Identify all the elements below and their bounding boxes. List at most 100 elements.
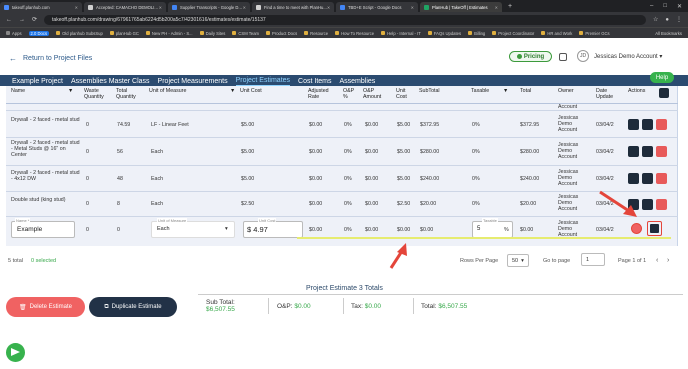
table-row[interactable]: Drywall - 2 faced - metal stud - 4x12 DW… <box>6 166 678 192</box>
bookmark[interactable]: 2.0 Docs <box>28 30 50 36</box>
bookmark[interactable]: HR and Work <box>541 31 572 36</box>
close-icon[interactable]: ✕ <box>327 5 330 10</box>
chat-launcher-button[interactable] <box>6 343 25 362</box>
save-icon-frame[interactable] <box>647 221 662 236</box>
bookmark[interactable]: Billing <box>468 31 485 36</box>
edit-icon[interactable] <box>628 173 639 184</box>
tab-cost-items[interactable]: Cost Items <box>298 78 331 86</box>
back-icon[interactable]: ← <box>6 17 12 23</box>
copy-icon[interactable] <box>642 119 653 130</box>
table-row[interactable]: Drywall - 2 faced - metal stud 0 74.59 L… <box>6 111 678 138</box>
maximize-icon[interactable]: □ <box>663 3 667 10</box>
bookmark[interactable]: New PH - Admin - S... <box>145 31 193 36</box>
bookmark[interactable]: Project Coordinator <box>492 31 534 36</box>
col-waste[interactable]: Waste Quantity <box>84 86 110 102</box>
delete-icon[interactable] <box>656 199 667 210</box>
edit-icon[interactable] <box>628 119 639 130</box>
save-icon[interactable] <box>650 224 659 233</box>
rows-per-page-select[interactable]: 50 ▾ <box>507 254 529 267</box>
close-icon[interactable]: ✕ <box>243 5 246 10</box>
avatar[interactable]: JD <box>577 50 589 62</box>
col-date[interactable]: Date Update <box>596 86 618 102</box>
copy-icon[interactable] <box>642 199 653 210</box>
close-icon[interactable]: ✕ <box>411 5 414 10</box>
settings-icon[interactable] <box>559 53 567 61</box>
col-adjusted-rate[interactable]: Adjusted Rate <box>308 86 334 102</box>
chevron-right-icon[interactable]: › <box>667 257 669 264</box>
browser-tab[interactable]: TBD+E Script - Google Docs ✕ <box>336 2 418 12</box>
delete-estimate-button[interactable]: 🗑 Delete Estimate <box>6 297 85 317</box>
taxable-field-value[interactable]: 5 <box>477 226 480 232</box>
all-bookmarks[interactable]: All Bookmarks <box>655 31 682 36</box>
unit-cost-field-value[interactable]: $ 4.97 <box>247 225 268 234</box>
bookmark[interactable]: CSM Team <box>232 31 259 36</box>
col-total-qty[interactable]: Total Quantity <box>116 86 142 102</box>
browser-tab[interactable]: Accepted: CAMACHO DEMOLI... ✕ <box>84 2 166 12</box>
browser-tab-active[interactable]: PlanHub | TakeOff | Estimates ✕ <box>420 2 502 12</box>
table-row[interactable]: Double stud (king stud) 0 8 Each $2.50 $… <box>6 192 678 217</box>
bookmark[interactable]: How To Resource <box>335 31 374 36</box>
col-op-amount[interactable]: O&P Amount <box>363 86 389 102</box>
sort-icon[interactable]: ▼ <box>68 86 73 102</box>
url-field[interactable]: takeoff.planhub.com/drawing/67961765ab62… <box>44 14 646 25</box>
bookmark[interactable]: Apps <box>6 31 22 36</box>
close-icon[interactable]: ✕ <box>75 5 78 10</box>
table-row-editing[interactable]: Name * Example 0 0 Unit of Measure Each … <box>6 217 678 243</box>
sort-icon[interactable]: ▼ <box>503 86 508 102</box>
cancel-icon[interactable] <box>631 223 642 234</box>
chevron-down-icon[interactable]: ▾ <box>225 226 228 232</box>
account-menu[interactable]: Jessicas Demo Account ▾ <box>594 53 662 60</box>
edit-icon[interactable] <box>628 146 639 157</box>
new-tab-icon[interactable]: + <box>508 3 512 10</box>
bookmark[interactable]: Old planhub SubsSup <box>56 31 103 36</box>
star-icon[interactable]: ☆ <box>653 16 658 23</box>
col-taxable[interactable]: Taxable <box>471 86 489 102</box>
chevron-left-icon[interactable]: ‹ <box>656 257 658 264</box>
bookmark[interactable]: Daily Sites <box>199 31 225 36</box>
name-field-value[interactable]: Example <box>17 226 42 233</box>
copy-icon[interactable] <box>642 146 653 157</box>
forward-icon[interactable]: → <box>19 17 25 23</box>
go-to-page-input[interactable]: 1 <box>581 253 605 266</box>
bookmark[interactable]: Resource <box>304 31 328 36</box>
tab-assemblies-master-class[interactable]: Assemblies Master Class <box>71 78 150 86</box>
col-name[interactable]: Name <box>11 86 25 102</box>
bookmark[interactable]: planHub GC <box>109 31 139 36</box>
duplicate-estimate-button[interactable]: ⧉ Duplicate Estimate <box>89 297 177 317</box>
reload-icon[interactable]: ⟳ <box>32 16 37 23</box>
close-icon[interactable]: ✕ <box>159 5 162 10</box>
close-window-icon[interactable]: ✕ <box>677 3 682 10</box>
bookmark[interactable]: Product Docs <box>266 31 297 36</box>
delete-icon[interactable] <box>656 119 667 130</box>
edit-icon[interactable] <box>628 199 639 210</box>
delete-icon[interactable] <box>656 173 667 184</box>
profile-icon[interactable]: ● <box>665 17 669 23</box>
pricing-button[interactable]: Pricing <box>509 51 552 62</box>
column-settings-icon[interactable] <box>659 88 669 98</box>
col-unit-cost-2[interactable]: Unit Cost <box>396 86 416 102</box>
tab-project-estimates[interactable]: Project Estimates <box>235 77 291 86</box>
col-total[interactable]: Total <box>520 86 531 102</box>
copy-icon[interactable] <box>642 173 653 184</box>
close-icon[interactable]: ✕ <box>495 5 498 10</box>
browser-tab[interactable]: Find a time to meet with PlanHu... ✕ <box>252 2 334 12</box>
minimize-icon[interactable]: – <box>650 3 653 10</box>
browser-tab[interactable]: takeoff.planhub.com ✕ <box>0 2 82 12</box>
uom-select-value[interactable]: Each <box>157 226 170 232</box>
sort-icon[interactable]: ▼ <box>230 86 235 102</box>
bookmark[interactable]: FAQs Updates <box>427 31 461 36</box>
tab-example-project[interactable]: Example Project <box>12 78 63 86</box>
return-link[interactable]: ← Return to Project Files <box>9 54 92 63</box>
bookmark[interactable]: Premier GCs <box>579 31 610 36</box>
delete-icon[interactable] <box>656 146 667 157</box>
col-unit-cost[interactable]: Unit Cost <box>240 86 262 102</box>
bookmark[interactable]: Help - Internal - IT <box>381 31 421 36</box>
help-button[interactable]: Help <box>650 72 674 83</box>
col-subtotal[interactable]: SubTotal <box>419 86 440 102</box>
browser-tab[interactable]: Supplier Transcripts - Google D... ✕ <box>168 2 250 12</box>
table-row[interactable]: Drywall - 2 faced - metal stud - Metal S… <box>6 138 678 166</box>
tab-project-measurements[interactable]: Project Measurements <box>158 78 228 86</box>
col-op-pct[interactable]: O&P % <box>343 86 357 102</box>
col-uom[interactable]: Unit of Measure <box>149 86 186 102</box>
menu-icon[interactable]: ⋮ <box>676 16 682 23</box>
